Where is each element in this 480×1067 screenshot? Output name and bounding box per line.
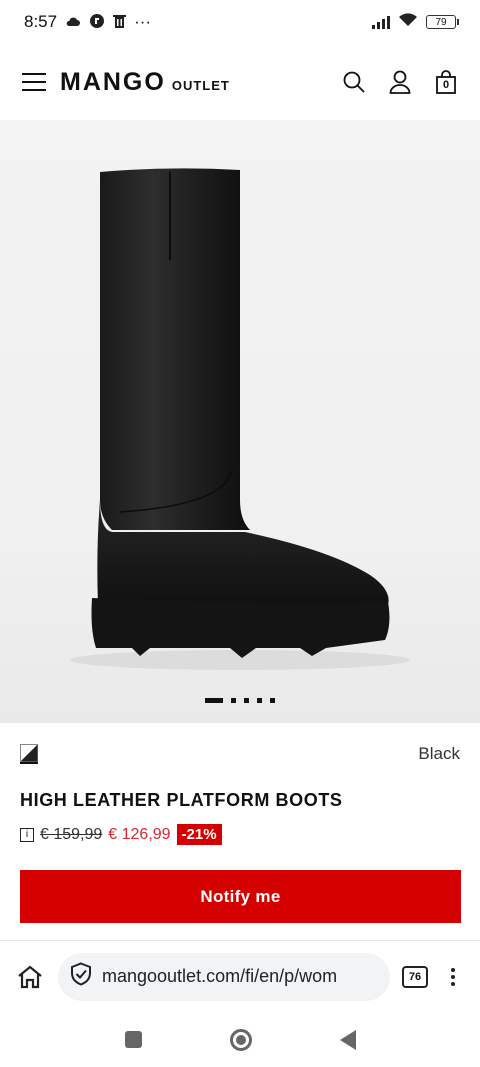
recent-apps-icon[interactable] (124, 1031, 142, 1048)
logo-main: MANGO (60, 67, 166, 96)
battery-level: 79 (435, 16, 447, 28)
boot-image (70, 168, 410, 670)
discount-badge: -21% (176, 824, 222, 845)
address-bar[interactable]: mangooutlet.com/fi/en/p/wom (58, 952, 390, 1001)
carousel-dot-3[interactable] (244, 698, 249, 703)
status-bar: 8:57 ··· 79 (0, 0, 480, 44)
logo-sub: OUTLET (171, 77, 230, 93)
logo[interactable]: MANGO OUTLET (60, 68, 230, 97)
carousel-dot-2[interactable] (231, 698, 236, 703)
home-icon[interactable] (14, 965, 46, 989)
signal-icon (372, 15, 390, 29)
product-title: HIGH LEATHER PLATFORM BOOTS (20, 790, 343, 810)
product-image[interactable] (0, 120, 480, 723)
status-left: 8:57 ··· (24, 12, 151, 32)
info-icon[interactable]: i (20, 827, 34, 842)
carousel-dot-1[interactable] (205, 698, 223, 703)
browser-toolbar: mangooutlet.com/fi/en/p/wom 76 (0, 940, 480, 1012)
color-swatch-black[interactable] (20, 744, 38, 764)
carousel-dot-4[interactable] (257, 698, 262, 703)
price-row: i € 159,99 € 126,99 -21% (20, 824, 222, 845)
browser-menu-icon[interactable] (448, 967, 458, 986)
cart-count: 0 (442, 79, 450, 91)
user-icon[interactable] (388, 70, 412, 94)
battery-icon: 79 (426, 15, 459, 29)
color-row: Black (20, 738, 460, 770)
url-text: mangooutlet.com/fi/en/p/wom (102, 966, 338, 986)
carousel-dots (0, 698, 480, 703)
wifi-icon (398, 12, 418, 32)
system-nav-bar (0, 1012, 480, 1067)
sale-price: € 126,99 (108, 825, 171, 843)
vpn-icon (89, 13, 105, 31)
color-name: Black (418, 744, 460, 763)
cloud-icon (65, 15, 81, 29)
notify-me-button[interactable]: Notify me (20, 870, 461, 923)
trash-icon (113, 14, 127, 31)
back-icon[interactable] (339, 1029, 356, 1050)
more-dots-icon: ··· (134, 12, 152, 31)
site-security-icon[interactable] (70, 962, 92, 991)
original-price: € 159,99 (40, 825, 103, 843)
search-icon[interactable] (342, 70, 366, 94)
tab-switcher-button[interactable]: 76 (402, 965, 428, 988)
site-header: MANGO OUTLET 0 (0, 44, 480, 120)
status-time: 8:57 (24, 12, 58, 31)
carousel-dot-5[interactable] (270, 698, 275, 703)
home-button-icon[interactable] (229, 1028, 252, 1051)
status-right: 79 (372, 12, 459, 32)
header-actions: 0 (342, 70, 458, 94)
shopping-bag-icon[interactable]: 0 (434, 70, 458, 94)
menu-icon[interactable] (22, 73, 46, 91)
